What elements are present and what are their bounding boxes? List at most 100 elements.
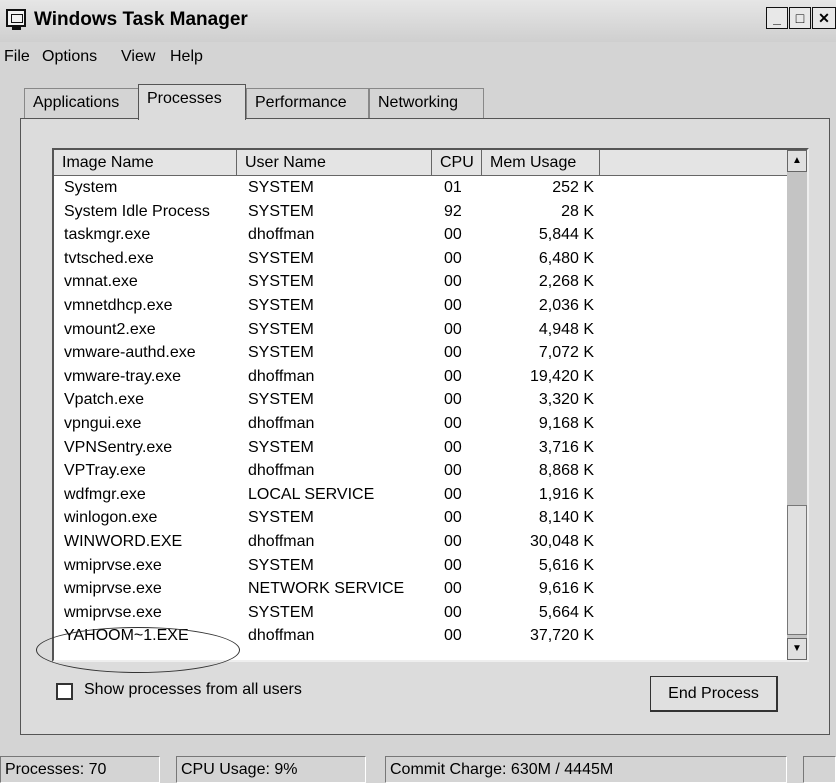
menu-bar: File Options View Help <box>0 44 836 70</box>
process-user: dhoffman <box>248 367 315 385</box>
table-row[interactable]: System SYSTEM 01 252 K <box>54 178 790 201</box>
close-button[interactable]: ✕ <box>812 7 836 29</box>
vertical-scrollbar[interactable]: ▲ ▼ <box>787 150 807 660</box>
process-mem: 8,868 K <box>538 462 594 480</box>
process-name: wdfmgr.exe <box>64 485 146 503</box>
process-name: vmware-authd.exe <box>64 344 196 362</box>
status-cpu-usage: CPU Usage: 9% <box>176 756 366 783</box>
process-cpu: 00 <box>444 344 462 362</box>
column-header-user-name[interactable]: User Name <box>237 150 432 176</box>
process-name: System Idle Process <box>64 202 210 220</box>
process-user: SYSTEM <box>248 249 314 267</box>
tab-processes[interactable]: Processes <box>138 84 246 120</box>
process-cpu: 00 <box>444 297 462 314</box>
table-row[interactable]: wmiprvse.exe NETWORK SERVICE 00 9,616 K <box>54 579 790 602</box>
process-mem: 4,948 K <box>538 320 594 338</box>
table-row[interactable]: taskmgr.exe dhoffman 00 5,844 K <box>54 225 790 248</box>
process-name: taskmgr.exe <box>64 226 151 244</box>
menu-help[interactable]: Help <box>170 48 203 66</box>
process-list[interactable]: Image Name User Name CPU Mem Usage Syste… <box>52 148 809 662</box>
process-mem: 7,072 K <box>538 344 594 362</box>
end-process-button[interactable]: End Process <box>650 676 778 712</box>
process-user: SYSTEM <box>248 297 314 314</box>
table-row[interactable]: Vpatch.exe SYSTEM 00 3,320 K <box>54 390 790 413</box>
scroll-up-icon[interactable]: ▲ <box>787 150 807 172</box>
table-row[interactable]: VPNSentry.exe SYSTEM 00 3,716 K <box>54 438 790 461</box>
status-commit-charge: Commit Charge: 630M / 4445M <box>385 756 787 783</box>
process-name: VPNSentry.exe <box>64 438 173 456</box>
process-user: dhoffman <box>248 533 315 550</box>
tab-networking[interactable]: Networking <box>369 88 484 118</box>
process-mem: 9,168 K <box>538 415 594 432</box>
process-name: wmiprvse.exe <box>64 556 162 574</box>
process-mem: 2,268 K <box>538 273 594 291</box>
process-mem: 2,036 K <box>538 297 594 314</box>
column-header-empty <box>600 150 790 176</box>
process-cpu: 00 <box>444 485 462 503</box>
process-user: dhoffman <box>248 462 315 480</box>
table-row[interactable]: WINWORD.EXE dhoffman 00 30,048 K <box>54 532 790 555</box>
process-user: SYSTEM <box>248 202 314 220</box>
table-row[interactable]: winlogon.exe SYSTEM 00 8,140 K <box>54 508 790 531</box>
task-manager-icon <box>6 9 26 30</box>
table-row[interactable]: wmiprvse.exe SYSTEM 00 5,616 K <box>54 556 790 579</box>
table-row[interactable]: System Idle Process SYSTEM 92 28 K <box>54 202 790 225</box>
table-row[interactable]: vpngui.exe dhoffman 00 9,168 K <box>54 414 790 437</box>
process-name: winlogon.exe <box>64 509 158 527</box>
process-user: SYSTEM <box>248 603 314 621</box>
process-user: SYSTEM <box>248 438 314 456</box>
title-bar: Windows Task Manager _ □ ✕ <box>0 0 836 42</box>
process-user: dhoffman <box>248 415 315 432</box>
process-mem: 252 K <box>552 179 594 196</box>
menu-file[interactable]: File <box>4 48 30 66</box>
process-mem: 9,616 K <box>538 580 594 598</box>
process-user: SYSTEM <box>248 344 314 362</box>
process-user: SYSTEM <box>248 391 314 409</box>
show-all-users-checkbox[interactable] <box>56 683 73 700</box>
table-row[interactable]: wmiprvse.exe SYSTEM 00 5,664 K <box>54 603 790 626</box>
process-mem: 3,716 K <box>538 438 594 456</box>
process-mem: 37,720 K <box>529 627 594 645</box>
table-row[interactable]: wdfmgr.exe LOCAL SERVICE 00 1,916 K <box>54 485 790 508</box>
table-row[interactable]: vmount2.exe SYSTEM 00 4,948 K <box>54 320 790 343</box>
process-cpu: 00 <box>444 415 462 432</box>
table-row[interactable]: vmnat.exe SYSTEM 00 2,268 K <box>54 272 790 295</box>
maximize-button[interactable]: □ <box>789 7 811 29</box>
process-cpu: 00 <box>444 391 462 409</box>
process-mem: 30,048 K <box>529 533 594 550</box>
table-row[interactable]: VPTray.exe dhoffman 00 8,868 K <box>54 461 790 484</box>
minimize-button[interactable]: _ <box>766 7 788 29</box>
process-user: SYSTEM <box>248 509 314 527</box>
process-mem: 1,916 K <box>538 485 594 503</box>
tab-applications[interactable]: Applications <box>24 88 139 118</box>
menu-view[interactable]: View <box>121 48 155 66</box>
menu-options[interactable]: Options <box>42 48 97 66</box>
column-header-cpu[interactable]: CPU <box>432 150 482 176</box>
table-row[interactable]: vmware-authd.exe SYSTEM 00 7,072 K <box>54 343 790 366</box>
process-name: vmount2.exe <box>64 320 156 338</box>
column-header-mem-usage[interactable]: Mem Usage <box>482 150 600 176</box>
process-name: wmiprvse.exe <box>64 580 162 598</box>
table-row[interactable]: vmware-tray.exe dhoffman 00 19,420 K <box>54 367 790 390</box>
table-row[interactable]: tvtsched.exe SYSTEM 00 6,480 K <box>54 249 790 272</box>
tab-performance[interactable]: Performance <box>246 88 369 118</box>
scroll-down-icon[interactable]: ▼ <box>787 638 807 660</box>
process-name: tvtsched.exe <box>64 249 154 267</box>
process-cpu: 00 <box>444 367 462 385</box>
column-header-image-name[interactable]: Image Name <box>54 150 237 176</box>
status-extra <box>803 756 836 783</box>
process-user: SYSTEM <box>248 556 314 574</box>
process-cpu: 00 <box>444 226 462 244</box>
process-name: Vpatch.exe <box>64 391 145 409</box>
scroll-thumb[interactable] <box>787 505 807 635</box>
process-user: SYSTEM <box>248 179 314 196</box>
table-row[interactable]: vmnetdhcp.exe SYSTEM 00 2,036 K <box>54 296 790 319</box>
process-cpu: 00 <box>444 627 462 645</box>
process-user: SYSTEM <box>248 320 314 338</box>
process-cpu: 01 <box>444 179 462 196</box>
process-name: vmnat.exe <box>64 273 138 291</box>
process-mem: 3,320 K <box>538 391 594 409</box>
process-cpu: 00 <box>444 462 462 480</box>
process-name: wmiprvse.exe <box>64 603 162 621</box>
process-cpu: 00 <box>444 320 462 338</box>
